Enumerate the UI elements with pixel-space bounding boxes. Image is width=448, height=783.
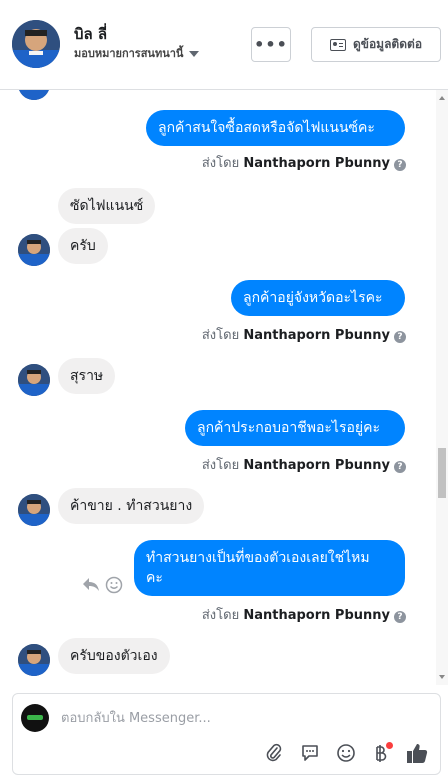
sent-by-prefix: ส่งโดย <box>201 458 240 473</box>
help-icon[interactable]: ? <box>394 461 406 473</box>
thumbs-up-icon[interactable] <box>406 742 428 764</box>
page-avatar <box>21 704 49 732</box>
avatar <box>18 90 50 100</box>
message-text: สุราษ <box>70 368 104 384</box>
sender-name: Nanthaporn Pbunny <box>243 156 390 171</box>
outgoing-message[interactable]: ทำสวนยางเป็นที่ของตัวเองเลยใช่ไหม คะ <box>134 540 405 596</box>
sent-by-label: ส่งโดย Nanthaporn Pbunny? <box>202 454 406 475</box>
outgoing-message[interactable]: ลูกค้าอยู่จังหวัดอะไรคะ <box>231 280 405 316</box>
scrollbar[interactable] <box>436 90 448 685</box>
message-text: ค้าขาย . ทำสวนยาง <box>70 498 193 514</box>
scrollbar-thumb[interactable] <box>438 448 446 498</box>
avatar <box>18 644 50 676</box>
sender-name: Nanthaporn Pbunny <box>243 458 390 473</box>
contact-name[interactable]: บิล ลี่ <box>74 22 107 46</box>
baht-icon[interactable] <box>370 742 393 764</box>
incoming-message[interactable]: ค้าขาย . ทำสวนยาง <box>58 488 205 524</box>
sent-by-label: ส่งโดย Nanthaporn Pbunny? <box>202 152 406 173</box>
message-text: ครับ <box>70 238 96 254</box>
help-icon[interactable]: ? <box>394 159 406 171</box>
sent-by-label: ส่งโดย Nanthaporn Pbunny? <box>202 604 406 625</box>
avatar[interactable] <box>12 20 60 68</box>
view-contact-label: ดูข้อมูลติดต่อ <box>352 37 423 51</box>
view-contact-button[interactable]: ดูข้อมูลติดต่อ <box>311 27 441 62</box>
scroll-down-icon[interactable] <box>439 675 445 679</box>
smiley-icon[interactable] <box>105 576 123 598</box>
reply-input[interactable] <box>61 708 421 728</box>
more-icon: ••• <box>254 35 288 54</box>
sender-name: Nanthaporn Pbunny <box>243 608 390 623</box>
sent-by-prefix: ส่งโดย <box>201 608 240 623</box>
message-text: ซัดไฟแนนซ์ <box>70 198 144 214</box>
conversation-header: บิล ลี่ มอบหมายการสนทนานี้ ••• ดูข้อมูลต… <box>0 0 448 90</box>
messenger-conversation: บิล ลี่ มอบหมายการสนทนานี้ ••• ดูข้อมูลต… <box>0 0 448 783</box>
avatar <box>18 364 50 396</box>
message-thread[interactable]: ลูกค้าสนใจซื้อสดหรือจัดไฟแนนซ์คะ ส่งโดย … <box>0 90 448 685</box>
assign-conversation-dropdown[interactable]: มอบหมายการสนทนานี้ <box>74 44 200 62</box>
avatar <box>18 234 50 266</box>
sender-name: Nanthaporn Pbunny <box>243 328 390 343</box>
chat-bubble-icon[interactable] <box>299 742 321 764</box>
outgoing-message[interactable]: ลูกค้าประกอบอาชีพอะไรอยู่คะ <box>185 410 405 446</box>
notification-dot <box>386 742 393 749</box>
message-text: ลูกค้าประกอบอาชีพอะไรอยู่คะ <box>197 420 380 436</box>
scroll-up-icon[interactable] <box>439 96 445 100</box>
assign-label: มอบหมายการสนทนานี้ <box>74 47 184 60</box>
message-text: ครับของตัวเอง <box>70 648 158 664</box>
avatar <box>18 494 50 526</box>
sent-by-label: ส่งโดย Nanthaporn Pbunny? <box>202 324 406 345</box>
more-options-button[interactable]: ••• <box>251 27 291 62</box>
incoming-message[interactable]: ซัดไฟแนนซ์ <box>58 188 156 224</box>
caret-down-icon <box>189 51 200 57</box>
outgoing-message[interactable]: ลูกค้าสนใจซื้อสดหรือจัดไฟแนนซ์คะ <box>146 110 405 146</box>
message-text: ลูกค้าสนใจซื้อสดหรือจัดไฟแนนซ์คะ <box>158 120 375 136</box>
sent-by-prefix: ส่งโดย <box>201 328 240 343</box>
emoji-icon[interactable] <box>335 742 357 764</box>
message-text: ลูกค้าอยู่จังหวัดอะไรคะ <box>243 290 383 306</box>
message-text-line: ทำสวนยางเป็นที่ของตัวเองเลยใช่ไหม <box>146 550 370 566</box>
sent-by-prefix: ส่งโดย <box>201 156 240 171</box>
contact-card-icon <box>329 38 346 51</box>
incoming-message[interactable]: สุราษ <box>58 358 116 394</box>
paperclip-icon[interactable] <box>263 742 285 764</box>
incoming-message[interactable]: ครับ <box>58 228 108 264</box>
help-icon[interactable]: ? <box>394 331 406 343</box>
reply-icon[interactable] <box>82 576 100 596</box>
help-icon[interactable]: ? <box>394 611 406 623</box>
message-composer <box>12 693 441 775</box>
message-text-line: คะ <box>146 570 163 586</box>
incoming-message[interactable]: ครับของตัวเอง <box>58 638 170 674</box>
